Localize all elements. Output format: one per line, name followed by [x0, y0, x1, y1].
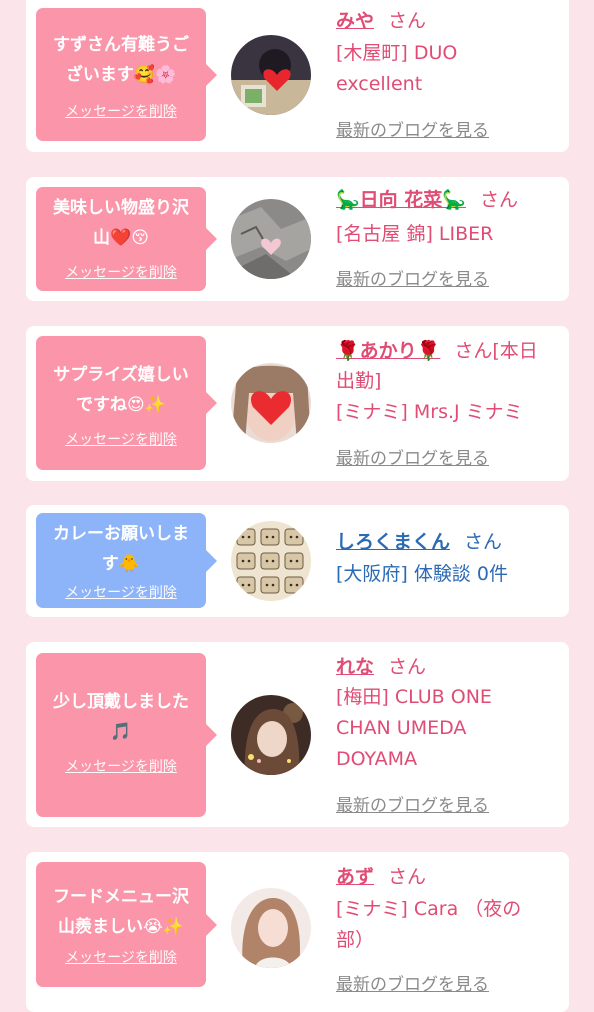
sender-name-link[interactable]: 🦕日向 花菜🦕	[336, 189, 466, 211]
avatar[interactable]	[231, 888, 311, 968]
sender-name-link[interactable]: みや	[336, 10, 374, 32]
message-text: フードメニュー沢	[53, 887, 189, 907]
delete-message-link[interactable]: メッセージを削除	[44, 102, 198, 122]
san-label: さん[本日	[454, 340, 538, 362]
sender-info: あず さん [ミナミ] Cara （夜の 部）	[336, 862, 561, 956]
sender-shop: [梅田] CLUB ONE	[336, 686, 492, 708]
message-text: 美味しい物盛り沢	[53, 198, 189, 218]
message-text: ですね😍✨	[76, 395, 166, 415]
sender-shop: 部）	[336, 929, 375, 951]
san-label: さん	[479, 189, 518, 211]
message-text: すずさん有難うご	[53, 35, 189, 55]
latest-blog-link[interactable]: 最新のブログを見る	[336, 116, 489, 141]
sender-info: 🦕日向 花菜🦕 さん [名古屋 錦] LIBER	[336, 185, 561, 250]
message-bubble: 美味しい物盛り沢 山❤️😚 メッセージを削除	[36, 187, 217, 291]
sender-shop: [ミナミ] Mrs.J ミナミ	[336, 401, 523, 423]
sender-info: しろくまくん さん [大阪府] 体験談 0件	[336, 527, 561, 590]
san-label: さん	[464, 531, 503, 553]
message-card: 美味しい物盛り沢 山❤️😚 メッセージを削除 🦕日向 花菜🦕 さん [名古屋 錦]…	[26, 177, 569, 301]
latest-blog-link[interactable]: 最新のブログを見る	[336, 444, 489, 469]
message-text: 山❤️😚	[93, 228, 149, 248]
sender-name-link[interactable]: れな	[336, 656, 374, 678]
sender-shop: [ミナミ] Cara （夜の	[336, 898, 522, 920]
message-card: サプライズ嬉しい ですね😍✨ メッセージを削除 🌹あかり🌹 さん[本日 出勤] […	[26, 326, 569, 481]
avatar[interactable]	[231, 521, 311, 601]
avatar[interactable]	[231, 199, 311, 279]
avatar[interactable]	[231, 363, 311, 443]
delete-message-link[interactable]: メッセージを削除	[44, 948, 198, 968]
san-label: さん	[388, 866, 427, 888]
san-label: さん	[388, 10, 427, 32]
message-bubble: フードメニュー沢 山羨ましい😭✨ メッセージを削除	[36, 862, 217, 987]
message-bubble: 少し頂戴しました 🎵 メッセージを削除	[36, 653, 217, 817]
latest-blog-link[interactable]: 最新のブログを見る	[336, 265, 489, 290]
message-bubble: すずさん有難うご ざいます🥰🌸 メッセージを削除	[36, 8, 217, 141]
delete-message-link[interactable]: メッセージを削除	[44, 583, 198, 603]
sender-shop: [木屋町] DUO	[336, 42, 458, 64]
message-text: 山羨ましい😭✨	[57, 917, 185, 937]
sender-shop: DOYAMA	[336, 748, 418, 770]
message-text: 少し頂戴しました	[53, 692, 189, 712]
delete-message-link[interactable]: メッセージを削除	[44, 430, 198, 450]
message-text: カレーお願いしま	[53, 524, 189, 544]
sender-info: みや さん [木屋町] DUO excellent	[336, 6, 561, 100]
message-text: サプライズ嬉しい	[53, 365, 189, 385]
sender-shop: excellent	[336, 73, 423, 95]
sender-shop: [名古屋 錦] LIBER	[336, 223, 494, 245]
message-card: すずさん有難うご ざいます🥰🌸 メッセージを削除 みや さん [木屋町] DUO …	[26, 0, 569, 152]
avatar[interactable]	[231, 35, 311, 115]
avatar[interactable]	[231, 695, 311, 775]
delete-message-link[interactable]: メッセージを削除	[44, 757, 198, 777]
san-label: さん	[388, 656, 427, 678]
sender-name-link[interactable]: しろくまくん	[336, 531, 450, 553]
sender-review-count: [大阪府] 体験談 0件	[336, 563, 508, 585]
message-bubble: カレーお願いしま す🐥 メッセージを削除	[36, 513, 217, 608]
message-text: 🎵	[110, 722, 132, 742]
sender-name-link[interactable]: あず	[336, 866, 374, 888]
message-bubble: サプライズ嬉しい ですね😍✨ メッセージを削除	[36, 336, 217, 470]
message-card: カレーお願いしま す🐥 メッセージを削除 しろくまくん さん [大阪府] 体験談…	[26, 505, 569, 617]
sender-name-link[interactable]: 🌹あかり🌹	[336, 340, 440, 362]
sender-shop: CHAN UMEDA	[336, 717, 467, 739]
message-list: すずさん有難うご ざいます🥰🌸 メッセージを削除 みや さん [木屋町] DUO …	[0, 0, 594, 1012]
message-card: フードメニュー沢 山羨ましい😭✨ メッセージを削除 あず さん [ミナミ] Car…	[26, 852, 569, 1012]
message-text: す🐥	[101, 554, 141, 574]
sender-info: れな さん [梅田] CLUB ONE CHAN UMEDA DOYAMA	[336, 652, 561, 775]
latest-blog-link[interactable]: 最新のブログを見る	[336, 970, 489, 995]
message-card: 少し頂戴しました 🎵 メッセージを削除 れな さん [梅田] CLUB ONE C…	[26, 642, 569, 827]
latest-blog-link[interactable]: 最新のブログを見る	[336, 791, 489, 816]
delete-message-link[interactable]: メッセージを削除	[44, 263, 198, 283]
message-text: ざいます🥰🌸	[65, 65, 177, 85]
sender-info: 🌹あかり🌹 さん[本日 出勤] [ミナミ] Mrs.J ミナミ	[336, 336, 561, 428]
sender-shop: 出勤]	[336, 370, 382, 392]
